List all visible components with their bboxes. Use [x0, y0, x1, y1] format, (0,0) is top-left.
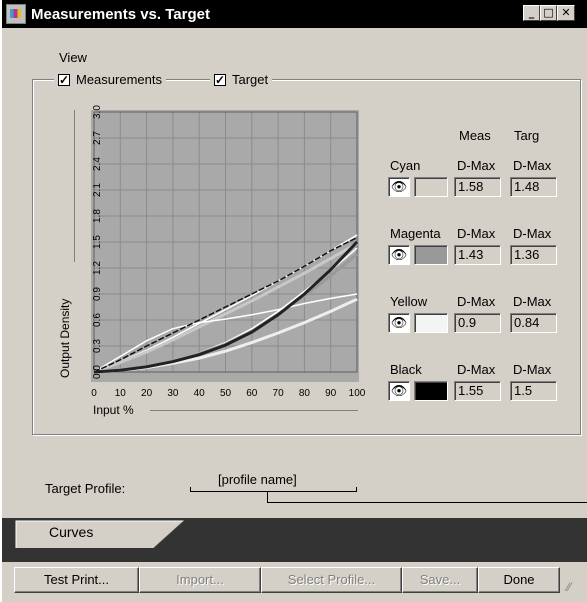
x-tick-label: 70: [272, 388, 284, 399]
magenta-visibility-eye-icon[interactable]: 👁: [388, 245, 410, 265]
magenta-targ-dmax-label: D-Max: [513, 226, 552, 241]
x-axis-label: Input %: [93, 403, 134, 417]
yellow-meas-dmax-label: D-Max: [457, 294, 496, 309]
y-tick-label: 2.7: [92, 131, 103, 145]
x-tick-label: 40: [193, 388, 205, 399]
cyan-color-swatch[interactable]: [414, 177, 448, 197]
resize-grip-icon[interactable]: ⁄⁄: [567, 580, 571, 594]
profile-bracket: [190, 487, 357, 492]
x-tick-label: 50: [219, 388, 232, 399]
done-button[interactable]: Done: [478, 567, 560, 593]
tab-curves[interactable]: Curves: [49, 524, 93, 540]
meas-column-header: Meas: [459, 128, 491, 143]
y-tick-label: 0.0: [92, 365, 103, 379]
yellow-targ-dmax-label: D-Max: [513, 294, 552, 309]
black-color-swatch[interactable]: [414, 381, 448, 401]
curve-chart: [93, 111, 359, 374]
black-targ-value: 1.5: [510, 381, 557, 401]
cyan-targ-dmax-label: D-Max: [513, 158, 552, 173]
yellow-targ-value: 0.84: [510, 313, 557, 333]
profile-connector-horizontal: [267, 502, 587, 503]
yellow-visibility-eye-icon[interactable]: 👁: [388, 313, 410, 333]
black-targ-dmax-label: D-Max: [513, 362, 552, 377]
x-tick-label: 80: [298, 388, 310, 399]
yellow-color-swatch[interactable]: [414, 313, 448, 333]
x-tick-label: 10: [114, 388, 126, 399]
y-tick-label: 2.1: [92, 183, 103, 197]
cyan-visibility-eye-icon[interactable]: 👁: [388, 177, 410, 197]
cyan-label: Cyan: [390, 158, 421, 173]
x-tick-label: 30: [167, 388, 179, 399]
y-axis-label: Output Density: [58, 298, 72, 378]
magenta-meas-dmax-label: D-Max: [457, 226, 496, 241]
measurements-window: Measurements vs. Target _ □ ✕ View ✓ Mea…: [0, 0, 587, 602]
black-meas-value: 1.55: [454, 381, 501, 401]
x-tick-label: 20: [141, 388, 153, 399]
yellow-label: Yellow: [390, 294, 428, 309]
test-print-button[interactable]: Test Print...: [14, 567, 139, 593]
black-label: Black: [390, 362, 422, 377]
magenta-targ-value: 1.36: [510, 245, 557, 265]
magenta-label: Magenta: [390, 226, 441, 241]
black-visibility-eye-icon[interactable]: 👁: [388, 381, 410, 401]
select-profile-button[interactable]: Select Profile...: [261, 567, 402, 593]
import-button[interactable]: Import...: [139, 567, 261, 593]
save-button[interactable]: Save...: [402, 567, 478, 593]
y-tick-label: 3.0: [92, 105, 103, 119]
targ-column-header: Targ: [514, 128, 540, 143]
y-tick-label: 1.5: [92, 235, 103, 249]
x-axis-label-rule: [150, 410, 358, 411]
magenta-meas-value: 1.43: [454, 245, 501, 265]
y-axis-label-rule: [74, 110, 75, 262]
yellow-meas-value: 0.9: [454, 313, 501, 333]
y-tick-label: 0.6: [92, 313, 103, 327]
cyan-targ-value: 1.48: [510, 177, 557, 197]
y-tick-label: 0.9: [92, 287, 103, 301]
target-profile-label: Target Profile:: [45, 481, 126, 496]
magenta-color-swatch[interactable]: [414, 245, 448, 265]
y-tick-label: 1.8: [92, 209, 103, 223]
black-meas-dmax-label: D-Max: [457, 362, 496, 377]
y-tick-label: 2.4: [92, 157, 103, 171]
x-tick-label: 90: [325, 388, 337, 399]
target-profile-value[interactable]: [profile name]: [218, 472, 297, 487]
x-tick-label: 0: [91, 388, 97, 399]
cyan-meas-dmax-label: D-Max: [457, 158, 496, 173]
x-tick-label: 100: [348, 388, 366, 399]
y-tick-label: 1.2: [92, 261, 103, 275]
cyan-meas-value: 1.58: [454, 177, 501, 197]
x-tick-label: 60: [246, 388, 258, 399]
y-tick-label: 0.3: [92, 339, 103, 353]
